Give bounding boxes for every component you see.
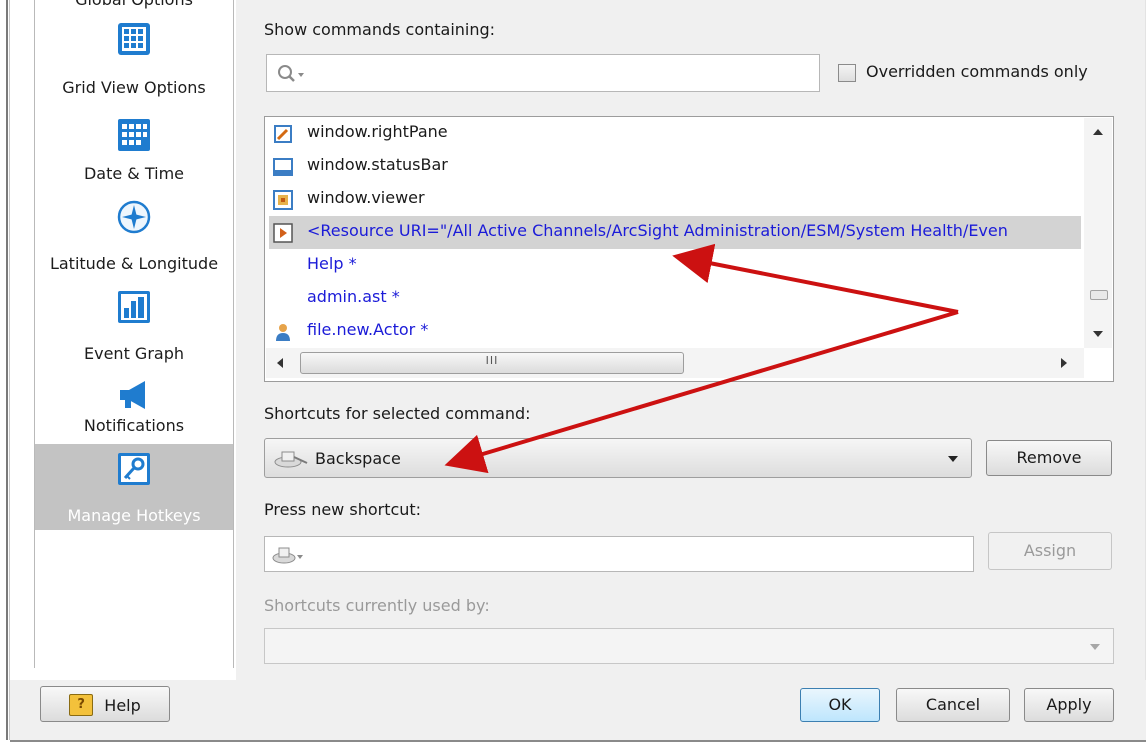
help-button[interactable]: ? Help: [40, 686, 170, 722]
help-icon: ?: [69, 694, 94, 716]
window-bottom-edge: [10, 740, 1146, 742]
arrow-to-shortcut: [444, 310, 959, 474]
apply-button[interactable]: Apply: [1024, 688, 1114, 722]
arrow-to-selected-command: [672, 243, 959, 314]
help-label: Help: [104, 695, 141, 715]
cancel-button[interactable]: Cancel: [896, 688, 1010, 722]
ok-button[interactable]: OK: [800, 688, 880, 722]
annotation-arrows: [444, 243, 959, 474]
